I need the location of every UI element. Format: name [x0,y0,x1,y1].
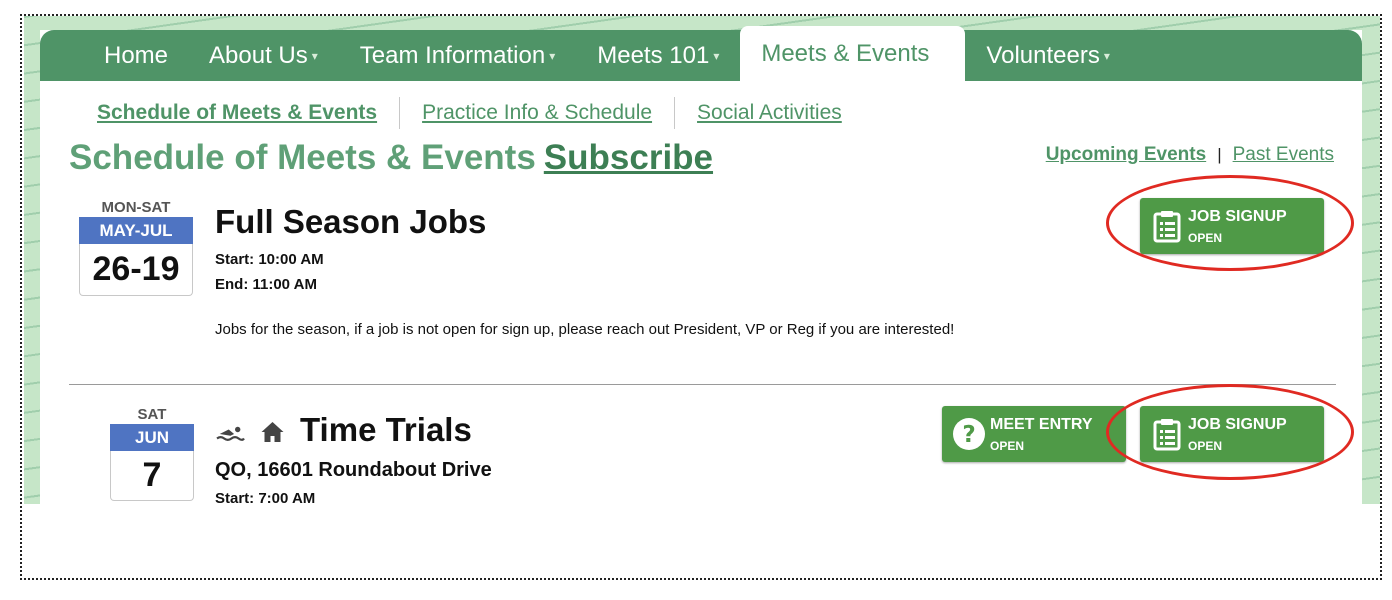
nav-item-label: Team Information [359,41,546,69]
clipboard-icon [1153,211,1181,243]
event-day-of-week: MON-SAT [101,199,171,216]
button-label: JOB SIGNUP [1188,208,1287,225]
event-filter-links: Upcoming Events | Past Events [1046,144,1334,166]
button-label: MEET ENTRY [990,416,1093,433]
nav-item-label: Home [104,41,169,69]
nav-item-label: Meets 101 [597,41,710,69]
event-description: Jobs for the season, if a job is not ope… [215,321,955,338]
nav-item-about-us[interactable]: About Us ▾ [188,30,339,81]
event-start-time: Start: 7:00 AM [215,490,316,507]
event-day-of-week: SAT [137,406,167,423]
nav-item-team-information[interactable]: Team Information ▾ [339,30,576,81]
clipboard-icon [1153,419,1181,451]
event-title[interactable]: Time Trials [300,411,472,449]
chevron-down-icon: ▾ [1103,48,1110,63]
event-start-time: Start: 10:00 AM [215,251,324,268]
nav-item-meets-101[interactable]: Meets 101 ▾ [576,30,740,81]
question-icon: ? [953,418,985,450]
chevron-down-icon: ▾ [311,48,318,63]
event-month: MAY-JUL [79,217,193,244]
page-title: Schedule of Meets & Events Subscribe [69,138,713,178]
job-signup-button[interactable]: JOB SIGNUP OPEN [1140,406,1324,462]
subnav-divider [674,97,676,129]
event-day: 26-19 [79,244,193,296]
sub-navigation: Schedule of Meets & Events Practice Info… [97,96,842,130]
upcoming-events-link[interactable]: Upcoming Events [1046,144,1206,166]
svg-text:?: ? [962,422,975,448]
button-label: JOB SIGNUP [1188,416,1287,433]
subscribe-link[interactable]: Subscribe [544,138,713,177]
button-status: OPEN [990,439,1025,453]
nav-item-label: Meets & Events [761,39,930,67]
event-divider [69,384,1336,385]
nav-item-label: Volunteers [986,41,1100,69]
event-location: QO, 16601 Roundabout Drive [215,459,492,481]
nav-item-home[interactable]: Home [40,30,188,81]
link-separator: | [1217,145,1222,164]
event-end-time: End: 11:00 AM [215,276,317,293]
page-title-text: Schedule of Meets & Events [69,138,536,177]
event-day: 7 [110,451,194,501]
event-date-badge: MON-SAT MAY-JUL 26-19 [79,198,193,296]
home-icon [261,422,284,442]
event-month: JUN [110,424,194,451]
subnav-practice-link[interactable]: Practice Info & Schedule [422,101,652,125]
nav-item-meets-events[interactable]: Meets & Events [740,26,966,81]
subnav-schedule-link[interactable]: Schedule of Meets & Events [97,101,377,125]
meet-entry-button[interactable]: ? MEET ENTRY OPEN [942,406,1126,462]
button-status: OPEN [1188,231,1223,245]
job-signup-button[interactable]: JOB SIGNUP OPEN [1140,198,1324,254]
subnav-divider [399,97,401,129]
past-events-link[interactable]: Past Events [1233,144,1334,166]
nav-item-label: About Us [209,41,308,69]
main-navbar: Home About Us ▾ Team Information ▾ Meets 1… [40,26,1362,81]
subnav-social-link[interactable]: Social Activities [697,101,842,125]
button-status: OPEN [1188,439,1223,453]
chevron-down-icon: ▾ [549,48,556,63]
nav-item-volunteers[interactable]: Volunteers ▾ [965,30,1130,81]
event-title[interactable]: Full Season Jobs [215,203,486,241]
swimmer-icon [216,426,245,441]
event-date-badge: SAT JUN 7 [110,405,194,501]
chevron-down-icon: ▾ [713,48,720,63]
screenshot-frame: Home About Us ▾ Team Information ▾ Meets 1… [20,14,1382,580]
